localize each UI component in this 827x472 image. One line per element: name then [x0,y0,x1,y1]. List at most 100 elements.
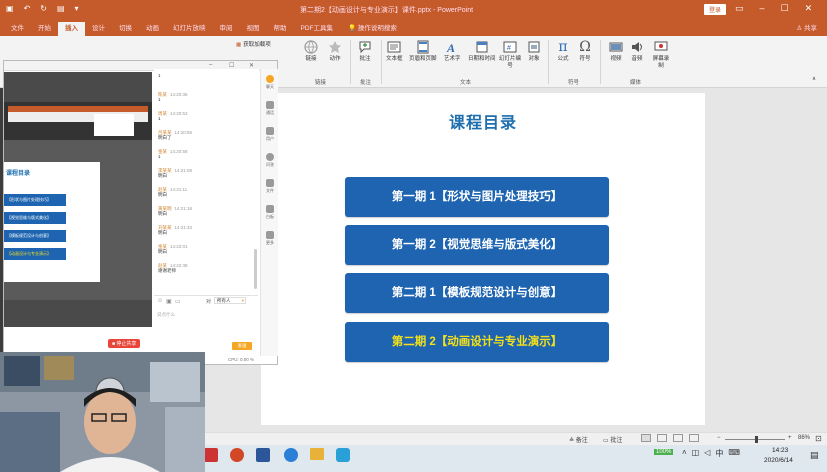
chat-time: 14:21:18 [174,206,193,211]
rail-files[interactable]: 文件 [264,179,276,194]
share-window-close-icon[interactable]: ✕ [249,62,254,69]
user-icon [266,127,274,135]
tab-help[interactable]: 帮助 [267,22,294,36]
ime-icon[interactable]: 中 [715,448,723,459]
tab-design[interactable]: 设计 [85,22,112,36]
object-button[interactable]: 对象 [527,40,541,63]
start-slideshow-icon[interactable]: ▤ [57,4,65,13]
browser-taskbar-icon[interactable] [284,448,298,462]
wordart-button[interactable]: A 艺术字 [444,40,461,63]
collapse-ribbon-icon[interactable]: ∧ [812,76,816,83]
screen-recording-button[interactable]: 屏幕录制 [651,40,671,70]
comments-button[interactable]: ▭ 批注 [603,435,622,444]
slide-title[interactable]: 课程目录 [261,109,705,133]
zoom-in-icon[interactable]: + [788,435,792,441]
recipient-select[interactable]: 所有人 ▾ [214,297,246,304]
tab-insert[interactable]: 插入 [58,22,85,36]
close-icon[interactable]: ✕ [805,3,813,14]
slide-canvas[interactable]: 课程目录 第一期 1【形状与图片处理技巧】 第一期 2【视觉思维与版式美化】 第… [261,93,705,425]
save-icon[interactable]: ▣ [6,4,14,13]
course-item-2[interactable]: 第一期 2【视觉思维与版式美化】 [345,225,609,265]
taskbar-app-icon-1[interactable] [204,448,218,462]
phone-icon [266,101,274,109]
rail-qa[interactable]: 问答 [264,153,276,168]
word-taskbar-icon[interactable] [256,448,270,462]
zoom-slider-thumb[interactable] [755,436,758,443]
rail-chat[interactable]: 聊天 [264,75,276,90]
image-icon[interactable]: ▣ [166,298,172,305]
link-button[interactable]: 链接 [304,40,318,63]
chevron-up-icon[interactable]: ˄ [682,448,687,459]
tab-review[interactable]: 审阅 [213,22,240,36]
tab-home[interactable]: 开始 [31,22,58,36]
stop-share-button[interactable]: ■ 停止共享 [108,339,141,348]
ribbon-display-icon[interactable]: ▭ [735,3,744,14]
header-footer-button[interactable]: 页眉和页脚 [409,40,437,63]
course-item-3[interactable]: 第二期 1【模板规范设计与创意】 [345,273,609,313]
datetime-button[interactable]: 日期和时间 [468,40,496,63]
tab-file[interactable]: 文件 [4,22,31,36]
chat-input[interactable]: 说点什么 [157,312,175,318]
chat-text: 1 [158,154,161,159]
get-addins-button[interactable]: ▦ 获取加载项 [236,42,271,49]
rail-whiteboard[interactable]: 白板 [264,205,276,220]
slide-number-button[interactable]: # 幻灯片编号 [499,40,521,70]
customize-toolbar-icon[interactable]: ▾ [75,4,79,13]
normal-view-icon[interactable] [641,434,651,442]
chat-scrollbar[interactable] [254,249,257,289]
tab-view[interactable]: 视图 [240,22,267,36]
slideshow-view-icon[interactable] [689,434,699,442]
zoom-level[interactable]: 86% [798,435,810,441]
emoji-icon[interactable]: ☺ [157,298,163,305]
redo-icon[interactable]: ↻ [40,4,47,13]
volume-icon[interactable]: ◁ [704,448,710,459]
symbol-button[interactable]: Ω 符号 [578,40,592,63]
keyboard-icon[interactable]: ⌨ [728,448,740,459]
notes-button[interactable]: ≙ 备注 [569,435,588,444]
slide-sorter-icon[interactable] [657,434,667,442]
chat-text: 谢谢老师 [158,268,176,273]
video-button[interactable]: 视频 [609,40,623,63]
clock-time[interactable]: 14:23 [772,447,788,454]
course-item-1[interactable]: 第一期 1【形状与图片处理技巧】 [345,177,609,217]
share-window-minimize-icon[interactable]: – [209,62,212,68]
undo-icon[interactable]: ↶ [24,4,31,13]
rail-call[interactable]: 通话 [264,101,276,116]
textbox-button[interactable]: 文本框 [386,40,403,63]
rail-users[interactable]: 用户 [264,127,276,142]
comment-button[interactable]: 批注 [358,40,372,63]
tab-slideshow[interactable]: 幻灯片放映 [166,22,213,36]
powerpoint-taskbar-icon[interactable] [230,448,244,462]
share-window-maximize-icon[interactable]: ☐ [229,62,234,69]
network-icon[interactable]: ◫ [692,448,700,459]
share-button[interactable]: ♙ 共享 [796,22,817,36]
meeting-app-taskbar-icon[interactable] [336,448,350,462]
send-button[interactable]: 发送 [232,342,252,350]
action-button[interactable]: 动作 [328,40,342,63]
chat-text: 明白 [158,230,167,235]
clock-date[interactable]: 2020/6/14 [764,457,793,464]
battery-indicator[interactable]: 100% [654,449,674,455]
course-item-4[interactable]: 第二期 2【动画设计与专业演示】 [345,322,609,362]
notifications-icon[interactable]: ▤ [810,450,819,461]
webcam-video [0,352,205,472]
chat-time: 14:21:33 [174,225,193,230]
object-icon [528,41,540,53]
tab-pdf-tools[interactable]: PDF工具集 [294,22,341,36]
maximize-icon[interactable]: ☐ [781,3,789,14]
presenter-video-feed [0,352,205,472]
minimize-icon[interactable]: – [760,3,765,14]
login-button[interactable]: 登录 [704,4,727,15]
tab-animations[interactable]: 动画 [139,22,166,36]
file-explorer-taskbar-icon[interactable] [310,448,324,460]
equation-button[interactable]: π 公式 [556,40,570,63]
preview-item-1: 【形状与图片处理技巧】 [4,194,66,206]
zoom-out-icon[interactable]: − [717,435,721,441]
tell-me-search[interactable]: 💡 操作说明搜索 [348,22,397,36]
audio-button[interactable]: 音频 [630,40,644,63]
folder-icon[interactable]: ▭ [175,298,181,305]
fit-slide-icon[interactable]: ⊡ [815,434,822,443]
tab-transitions[interactable]: 切换 [112,22,139,36]
reading-view-icon[interactable] [673,434,683,442]
rail-more[interactable]: 更多 [264,231,276,246]
